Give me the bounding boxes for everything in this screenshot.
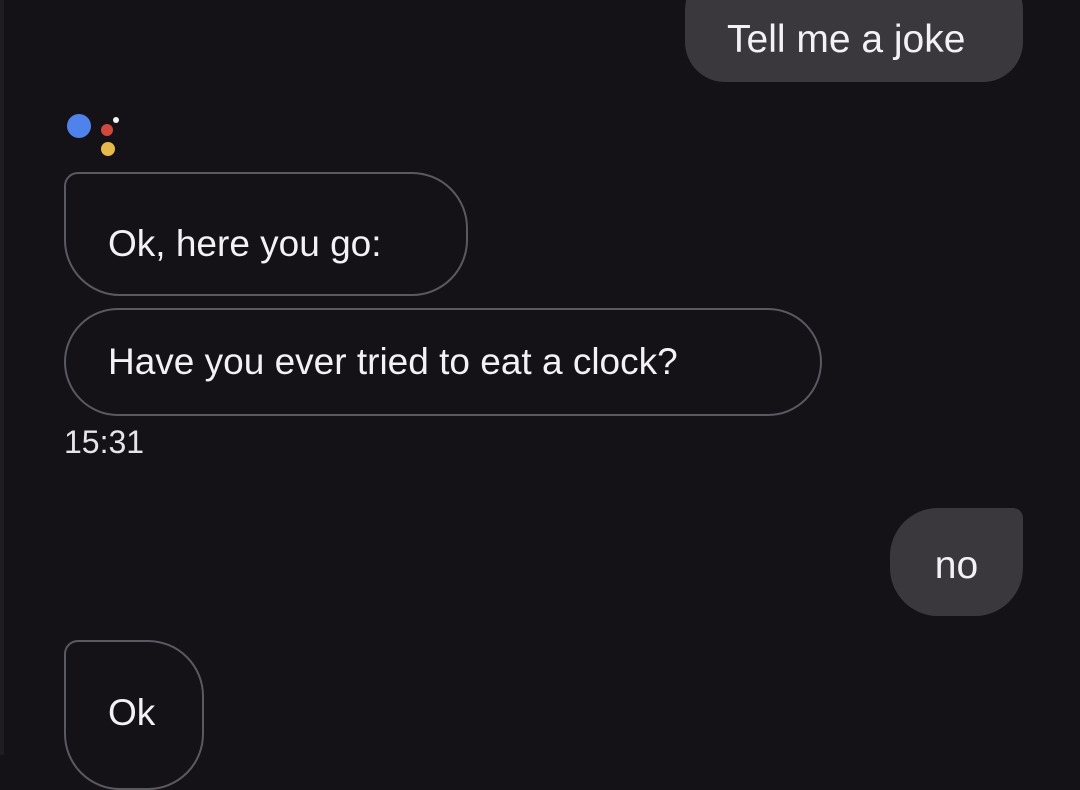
assistant-message-bubble[interactable]: Ok, here you go: (64, 172, 468, 296)
assistant-message-text: Ok (108, 692, 156, 733)
user-message-bubble[interactable]: no (890, 508, 1023, 616)
assistant-message-bubble[interactable]: Ok (64, 640, 204, 790)
assistant-message-bubble[interactable]: Have you ever tried to eat a clock? (64, 308, 822, 416)
assistant-message-text: Ok, here you go: (108, 223, 382, 264)
chat-screen: Tell me a joke Ok, here you go: Have you… (0, 0, 1080, 790)
assistant-message-text: Have you ever tried to eat a clock? (108, 341, 678, 382)
user-message-bubble[interactable]: Tell me a joke (685, 0, 1023, 82)
user-message-text: Tell me a joke (727, 17, 966, 61)
google-assistant-icon (64, 106, 134, 166)
message-timestamp: 15:31 (64, 424, 145, 460)
screen-edge (0, 0, 4, 755)
user-message-text: no (934, 543, 979, 587)
